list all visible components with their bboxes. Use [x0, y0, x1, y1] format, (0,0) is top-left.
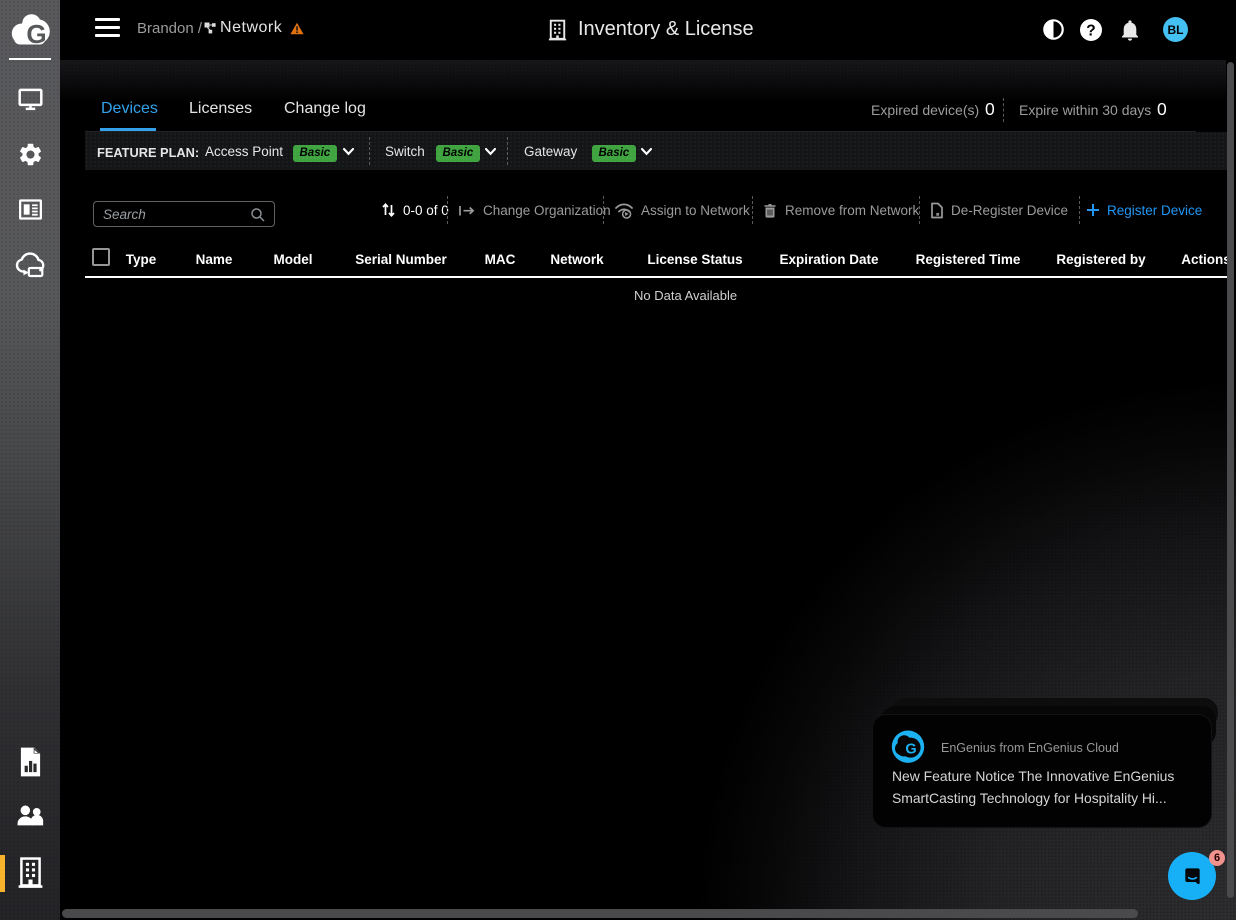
- svg-text:G: G: [905, 741, 916, 757]
- svg-text:?: ?: [1086, 23, 1095, 40]
- svg-text:G: G: [26, 19, 46, 48]
